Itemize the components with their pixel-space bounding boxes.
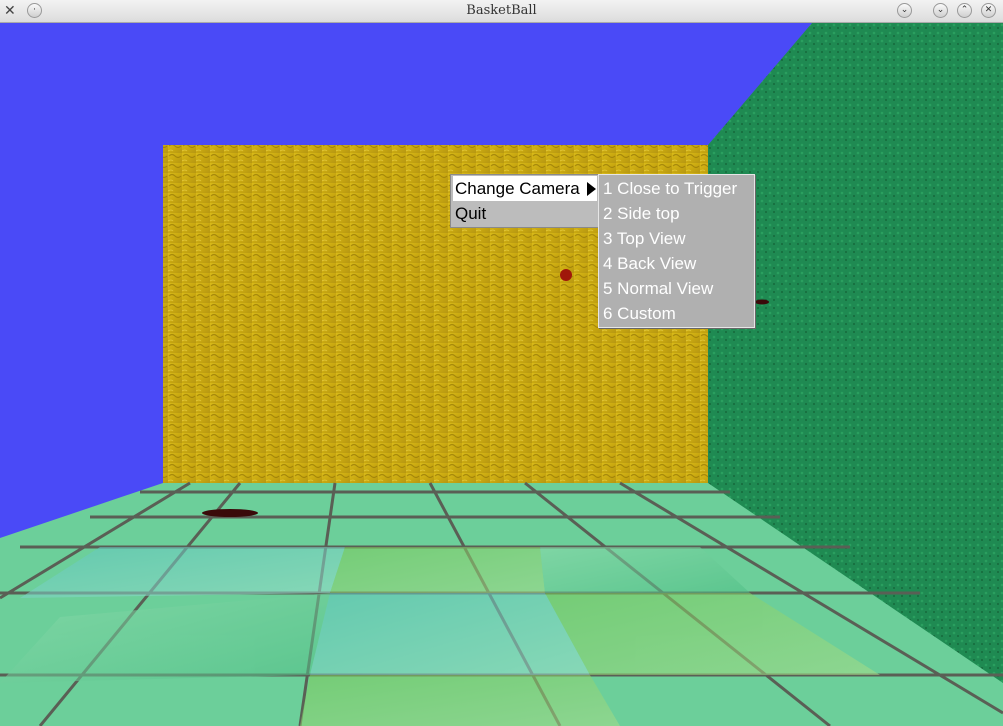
menu-item-label: 2 Side top xyxy=(603,204,680,223)
shade-button[interactable]: ⌄ xyxy=(897,3,912,18)
context-menu: Change Camera Quit xyxy=(450,174,600,228)
menu-item-label: Change Camera xyxy=(455,179,580,198)
menu-item-quit[interactable]: Quit xyxy=(453,201,597,226)
menu-item-custom[interactable]: 6 Custom xyxy=(601,301,752,326)
submenu-arrow-icon xyxy=(587,182,596,196)
basketball xyxy=(560,269,572,281)
menu-item-label: Quit xyxy=(455,204,487,223)
window-title: BasketBall xyxy=(466,3,537,18)
maximize-button[interactable]: ⌃ xyxy=(957,3,972,18)
menu-item-label: 3 Top View xyxy=(603,229,686,248)
floor-shadow xyxy=(202,509,258,517)
close-button[interactable]: ✕ xyxy=(981,3,996,18)
menu-item-label: 4 Back View xyxy=(603,254,697,273)
menu-item-close-to-trigger[interactable]: 1 Close to Trigger xyxy=(601,176,752,201)
opengl-viewport[interactable]: Change Camera Quit 1 Close to Trigger 2 … xyxy=(0,23,1003,726)
menu-item-label: 5 Normal View xyxy=(603,279,714,298)
menu-item-label: 1 Close to Trigger xyxy=(603,179,738,198)
menu-item-change-camera[interactable]: Change Camera xyxy=(453,176,597,201)
window-titlebar[interactable]: ✕ · BasketBall ⌄ ⌄ ⌃ ✕ xyxy=(0,0,1003,23)
menu-item-top-view[interactable]: 3 Top View xyxy=(601,226,752,251)
menu-item-label: 6 Custom xyxy=(603,304,676,323)
menu-item-back-view[interactable]: 4 Back View xyxy=(601,251,752,276)
wall-shadow xyxy=(755,299,769,305)
menu-item-side-top[interactable]: 2 Side top xyxy=(601,201,752,226)
menu-item-normal-view[interactable]: 5 Normal View xyxy=(601,276,752,301)
scene-canvas xyxy=(0,23,1003,726)
minimize-button[interactable]: ⌄ xyxy=(933,3,948,18)
camera-submenu: 1 Close to Trigger 2 Side top 3 Top View… xyxy=(598,174,755,328)
